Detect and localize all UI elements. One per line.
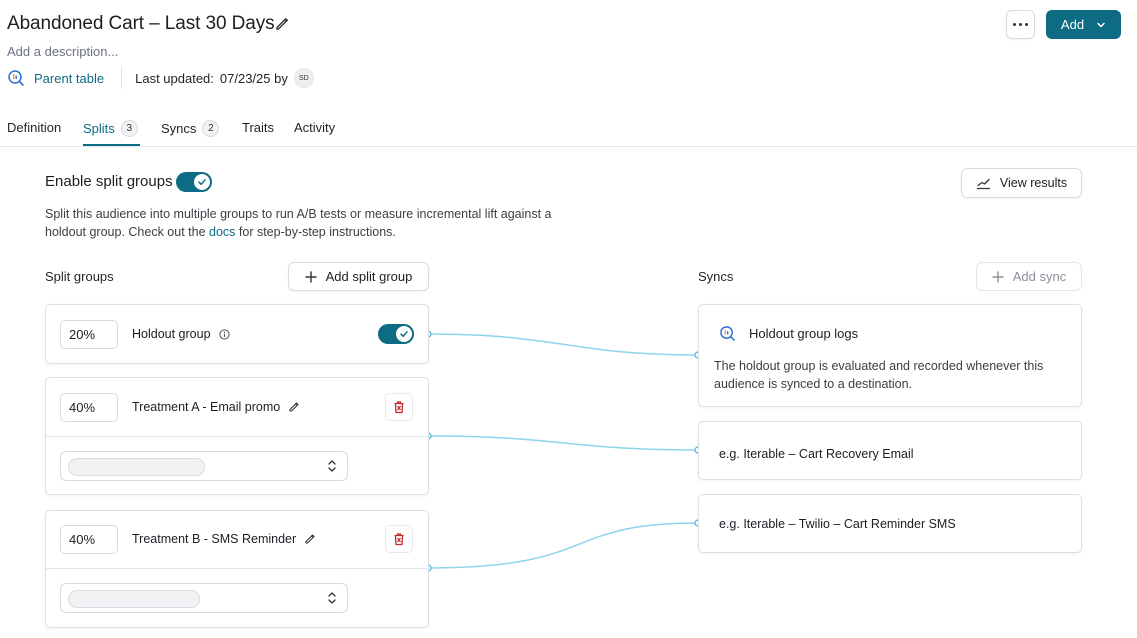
tab-label: Definition	[7, 120, 62, 135]
more-icon-dot	[1019, 23, 1022, 26]
tab-label: Activity	[294, 120, 336, 135]
tab-count: 3	[120, 120, 138, 137]
more-icon-dot	[1025, 23, 1028, 26]
parent-table-link[interactable]: Parent table	[7, 69, 104, 87]
percent-input[interactable]: 40%	[60, 525, 118, 554]
connector-holdout	[427, 333, 699, 356]
delete-group-button[interactable]	[385, 393, 413, 421]
group-name: Holdout group	[132, 327, 230, 341]
sync-title: Holdout group logs	[719, 325, 858, 342]
add-split-group-label: Add split group	[325, 269, 413, 284]
sync-description: The holdout group is evaluated and recor…	[714, 359, 1044, 391]
trash-icon	[394, 533, 404, 546]
sync-card-email[interactable]: e.g. Iterable – Cart Recovery Email	[698, 421, 1082, 480]
description-input[interactable]: Add a description...	[7, 44, 118, 59]
trash-icon	[394, 401, 404, 414]
delete-group-button[interactable]	[385, 525, 413, 553]
tab-traits[interactable]: Traits	[242, 120, 274, 135]
percent-input[interactable]: 40%	[60, 393, 118, 422]
group-name-label: Holdout group	[132, 327, 211, 341]
chart-line-icon	[976, 178, 991, 190]
split-group-card-treatment-b: 40% Treatment B - SMS Reminder	[45, 510, 429, 628]
view-results-label: View results	[999, 176, 1068, 190]
parent-table-label: Parent table	[34, 70, 105, 86]
tab-activity[interactable]: Activity	[294, 120, 335, 135]
split-groups-heading: Split groups	[45, 269, 114, 284]
tab-splits[interactable]: Splits 3	[83, 120, 138, 137]
table-search-icon	[8, 70, 24, 86]
chevron-updown-icon	[328, 460, 336, 472]
sync-placeholder: e.g. Iterable – Cart Recovery Email	[719, 447, 914, 461]
table-search-icon	[720, 326, 735, 341]
group-name: Treatment A - Email promo	[132, 400, 300, 414]
active-tab-indicator	[83, 144, 140, 146]
destination-select[interactable]	[60, 583, 348, 613]
last-updated-label: Last updated:	[135, 70, 214, 86]
add-split-group-button[interactable]: Add split group	[288, 262, 429, 291]
plus-icon	[992, 270, 1004, 283]
intro-text-end: for step-by-step instructions.	[235, 225, 396, 239]
group-name: Treatment B - SMS Reminder	[132, 532, 316, 546]
add-button[interactable]: Add	[1046, 10, 1121, 39]
add-sync-label: Add sync	[1012, 269, 1067, 284]
page-title: Abandoned Cart – Last 30 Days	[7, 13, 275, 34]
check-icon	[396, 326, 412, 342]
tab-label: Splits	[83, 121, 115, 136]
edit-title-icon[interactable]	[274, 16, 290, 32]
info-icon[interactable]	[218, 328, 230, 340]
select-value-placeholder	[68, 590, 200, 608]
split-group-card-holdout: 20% Holdout group	[45, 304, 429, 364]
edit-icon[interactable]	[288, 401, 300, 413]
more-options-button[interactable]	[1006, 10, 1035, 39]
tab-syncs[interactable]: Syncs 2	[161, 120, 220, 137]
tab-definition[interactable]: Definition	[7, 120, 61, 135]
check-icon	[194, 174, 210, 190]
view-results-button[interactable]: View results	[961, 168, 1082, 198]
avatar: SD	[293, 68, 314, 88]
enable-split-groups-toggle[interactable]	[176, 172, 212, 192]
edit-icon[interactable]	[304, 533, 316, 545]
holdout-toggle[interactable]	[378, 324, 414, 344]
card-divider	[46, 436, 428, 437]
add-button-label: Add	[1060, 17, 1085, 32]
sync-title-label: Holdout group logs	[749, 326, 859, 341]
tab-bar: Definition Splits 3 Syncs 2 Traits Activit…	[0, 110, 1137, 147]
chevron-updown-icon	[328, 592, 336, 604]
tab-label: Syncs	[161, 121, 197, 136]
add-sync-button[interactable]: Add sync	[976, 262, 1082, 291]
split-intro-text: Split this audience into multiple groups…	[45, 205, 575, 241]
plus-icon	[304, 270, 317, 283]
meta-divider	[121, 67, 123, 89]
select-value-placeholder	[68, 458, 205, 476]
group-name-label: Treatment B - SMS Reminder	[132, 532, 297, 546]
chevron-down-icon	[1097, 22, 1105, 27]
destination-select[interactable]	[60, 451, 348, 481]
docs-link[interactable]: docs	[209, 225, 235, 239]
split-group-card-treatment-a: 40% Treatment A - Email promo	[45, 377, 429, 495]
sync-placeholder: e.g. Iterable – Twilio – Cart Reminder S…	[719, 517, 956, 531]
more-icon	[1013, 23, 1016, 26]
last-updated-value: 07/23/25 by	[219, 70, 288, 86]
sync-card-sms[interactable]: e.g. Iterable – Twilio – Cart Reminder S…	[698, 494, 1082, 553]
connector-treatment-b	[427, 522, 699, 569]
percent-input[interactable]: 20%	[60, 320, 118, 349]
tab-count: 2	[202, 120, 220, 137]
meta-row: Parent table Last updated: 07/23/25 by S…	[7, 66, 314, 90]
syncs-heading: Syncs	[698, 269, 734, 284]
group-name-label: Treatment A - Email promo	[132, 400, 281, 414]
card-divider	[46, 568, 428, 569]
connector-treatment-a	[427, 435, 699, 451]
sync-card-holdout-logs: Holdout group logs The holdout group is …	[698, 304, 1082, 407]
tab-label: Traits	[242, 120, 275, 135]
enable-split-groups-label: Enable split groups	[45, 173, 173, 190]
